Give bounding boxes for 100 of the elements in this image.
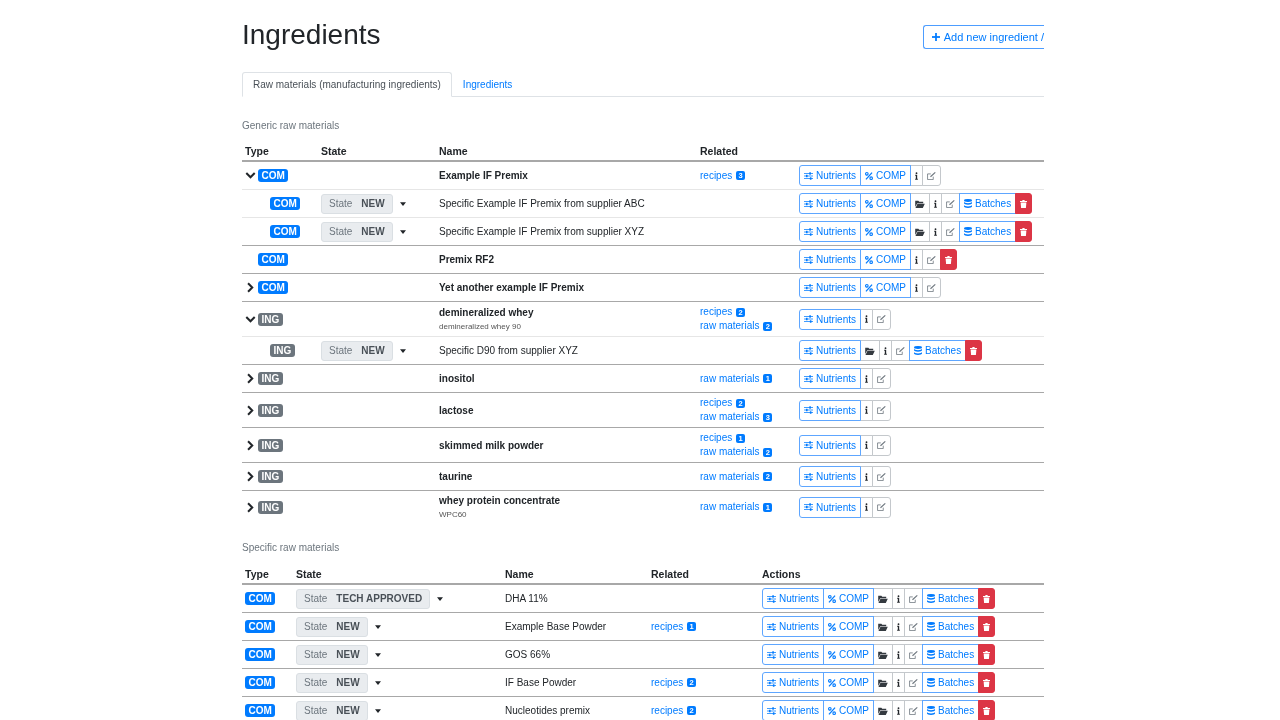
comp-button[interactable]: COMP (823, 616, 874, 637)
sliders-icon (767, 706, 776, 715)
folder-button[interactable] (910, 221, 930, 242)
tab[interactable]: Ingredients (451, 72, 524, 97)
delete-button[interactable] (978, 588, 996, 609)
nutrients-button[interactable]: Nutrients (799, 340, 861, 361)
column-header: Actions (762, 568, 801, 580)
nutrients-button[interactable]: Nutrients (762, 588, 824, 609)
folder-button[interactable] (873, 616, 893, 637)
comp-button[interactable]: COMP (823, 700, 874, 720)
batches-button[interactable]: Batches (922, 644, 980, 665)
comp-button[interactable]: COMP (823, 644, 874, 665)
tab[interactable]: Raw materials (manufacturing ingredients) (242, 72, 452, 97)
folder-button[interactable] (873, 588, 893, 609)
delete-button[interactable] (1015, 221, 1033, 242)
edit-button[interactable] (872, 434, 891, 456)
delete-button[interactable] (978, 616, 996, 637)
folder-button[interactable] (910, 193, 930, 214)
caret-down-icon[interactable] (374, 652, 381, 657)
batches-button[interactable]: Batches (922, 700, 980, 720)
edit-button[interactable] (922, 165, 941, 186)
folder-button[interactable] (860, 340, 880, 361)
chevron-right-icon[interactable] (247, 373, 254, 384)
edit-button[interactable] (922, 277, 941, 298)
edit-icon (877, 503, 886, 511)
state-dropdown[interactable]: State NEW (296, 644, 368, 665)
edit-button[interactable] (872, 308, 891, 330)
nutrients-button[interactable]: Nutrients (799, 277, 861, 298)
nutrients-button[interactable]: Nutrients (762, 644, 824, 665)
edit-icon (946, 199, 955, 208)
plus-icon (931, 33, 940, 41)
info-icon (865, 406, 868, 414)
caret-down-icon[interactable] (399, 229, 406, 234)
caret-down-icon[interactable] (374, 624, 381, 629)
chevron-right-icon[interactable] (247, 404, 254, 416)
batches-button[interactable]: Batches (959, 221, 1017, 242)
nutrients-button[interactable]: Nutrients (799, 308, 861, 330)
state-dropdown[interactable]: State NEW (296, 700, 368, 720)
delete-button[interactable] (965, 340, 983, 361)
nutrients-button[interactable]: Nutrients (799, 249, 861, 270)
nutrients-button[interactable]: Nutrients (799, 368, 861, 389)
ingredient-note: WPC60 (439, 509, 468, 520)
type-badge: ING (270, 344, 295, 357)
ingredient-note: demineralized whey 90 (439, 321, 522, 332)
comp-button[interactable]: COMP (823, 672, 874, 693)
edit-button[interactable] (922, 249, 941, 270)
edit-button[interactable] (872, 399, 891, 421)
nutrients-button[interactable]: Nutrients (762, 616, 824, 637)
batches-button[interactable]: Batches (909, 340, 967, 361)
chevron-down-icon[interactable] (245, 315, 256, 323)
delete-button[interactable] (978, 672, 996, 693)
batches-button[interactable]: Batches (922, 588, 980, 609)
folder-button[interactable] (873, 672, 893, 693)
edit-button[interactable] (872, 496, 891, 518)
nutrients-button[interactable]: Nutrients (762, 700, 824, 720)
delete-button[interactable] (1015, 193, 1033, 214)
nutrients-button[interactable]: Nutrients (799, 165, 861, 186)
chevron-right-icon[interactable] (247, 282, 254, 293)
comp-button[interactable]: COMP (860, 277, 911, 298)
delete-button[interactable] (978, 644, 996, 665)
caret-down-icon[interactable] (437, 596, 444, 601)
comp-button[interactable]: COMP (823, 588, 874, 609)
caret-down-icon[interactable] (399, 348, 406, 353)
edit-button[interactable] (872, 368, 891, 389)
chevron-down-icon[interactable] (245, 172, 256, 179)
nutrients-button[interactable]: Nutrients (799, 399, 861, 421)
comp-button[interactable]: COMP (860, 249, 911, 270)
chevron-right-icon[interactable] (247, 471, 254, 482)
caret-down-icon[interactable] (399, 201, 406, 206)
trash-icon (1020, 227, 1028, 236)
batches-button[interactable]: Batches (922, 616, 980, 637)
state-dropdown[interactable]: State TECH APPROVED (296, 588, 431, 609)
database-icon (914, 346, 922, 355)
folder-button[interactable] (873, 644, 893, 665)
state-dropdown[interactable]: State NEW (296, 616, 368, 637)
comp-button[interactable]: COMP (860, 221, 911, 242)
delete-button[interactable] (940, 249, 957, 270)
caret-down-icon[interactable] (374, 708, 381, 713)
edit-button[interactable] (872, 466, 891, 487)
add-ingredient-button[interactable]: Add new ingredient / (922, 25, 1044, 49)
state-dropdown[interactable]: State NEW (296, 672, 368, 693)
delete-button[interactable] (978, 700, 996, 720)
comp-button[interactable]: COMP (860, 165, 911, 186)
nutrients-button[interactable]: Nutrients (762, 672, 824, 693)
batches-button[interactable]: Batches (922, 672, 980, 693)
state-dropdown[interactable]: State NEW (321, 221, 393, 242)
info-icon (865, 374, 868, 383)
nutrients-button[interactable]: Nutrients (799, 466, 861, 487)
chevron-right-icon[interactable] (247, 501, 254, 513)
chevron-right-icon[interactable] (247, 439, 254, 451)
state-dropdown[interactable]: State NEW (321, 340, 393, 361)
caret-down-icon[interactable] (374, 680, 381, 685)
type-badge: ING (258, 312, 283, 326)
comp-button[interactable]: COMP (860, 193, 911, 214)
nutrients-button[interactable]: Nutrients (799, 434, 861, 456)
state-dropdown[interactable]: State NEW (321, 193, 393, 214)
batches-button[interactable]: Batches (959, 193, 1017, 214)
nutrients-button[interactable]: Nutrients (799, 221, 861, 242)
nutrients-button[interactable]: Nutrients (799, 193, 861, 214)
nutrients-button[interactable]: Nutrients (799, 496, 861, 518)
